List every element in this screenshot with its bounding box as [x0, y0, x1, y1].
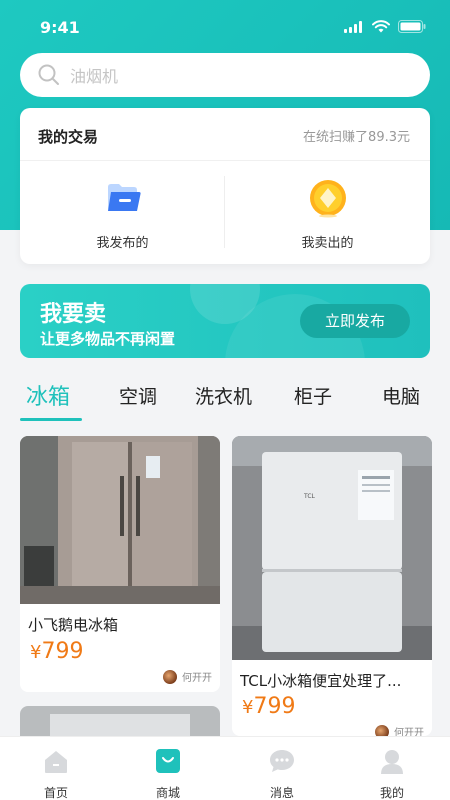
wifi-icon — [372, 20, 390, 33]
tabbar-item-mall[interactable]: 商城 — [128, 747, 208, 800]
product-price: ¥799 — [30, 639, 83, 664]
currency-symbol: ¥ — [30, 642, 42, 663]
product-card[interactable]: TCL TCL小冰箱便宜处理了... ¥799 何开开 — [232, 436, 432, 736]
sell-banner[interactable]: 我要卖 让更多物品不再闲置 立即发布 — [20, 284, 430, 358]
search-placeholder: 油烟机 — [70, 67, 119, 86]
product-image: TCL — [232, 436, 432, 660]
earned-text[interactable]: 在统扫赚了89.3元 — [303, 126, 410, 145]
my-sold-button[interactable]: 我卖出的 — [225, 178, 430, 251]
my-sold-label: 我卖出的 — [301, 236, 354, 251]
my-trade-card: 我的交易 在统扫赚了89.3元 我发布的 我卖出的 — [20, 108, 430, 264]
folder-icon — [107, 184, 141, 211]
coin-icon — [309, 180, 346, 218]
avatar — [375, 724, 389, 736]
price-value: 799 — [253, 694, 296, 719]
tabbar-item-messages[interactable]: 消息 — [242, 747, 322, 800]
tab-cabinet[interactable]: 柜子 — [294, 382, 332, 409]
shopping-bag-icon — [156, 749, 180, 773]
home-icon — [45, 751, 67, 773]
signal-icon — [344, 20, 362, 33]
card-divider — [20, 160, 430, 161]
status-icons — [344, 20, 426, 33]
tab-computer[interactable]: 电脑 — [382, 382, 420, 409]
publish-now-button[interactable]: 立即发布 — [300, 304, 410, 338]
tabbar-label: 商城 — [155, 786, 180, 800]
currency-symbol: ¥ — [242, 697, 254, 718]
search-icon — [38, 64, 59, 85]
bottom-tab-bar: 首页 商城 消息 我的 — [0, 736, 450, 800]
svg-text:TCL: TCL — [303, 493, 316, 500]
product-title: 小飞鹅电冰箱 — [28, 616, 119, 634]
user-icon — [381, 750, 403, 774]
tabbar-item-me[interactable]: 我的 — [352, 747, 432, 800]
my-published-label: 我发布的 — [96, 236, 149, 251]
seller-name: 何开开 — [394, 728, 424, 736]
chat-icon — [270, 750, 294, 772]
product-title: TCL小冰箱便宜处理了... — [240, 672, 402, 690]
banner-subtitle: 让更多物品不再闲置 — [40, 330, 176, 348]
status-bar: 9:41 — [0, 0, 450, 52]
seller-info[interactable]: 何开开 — [163, 669, 212, 684]
tabbar-label: 首页 — [43, 786, 68, 800]
battery-icon — [398, 20, 426, 33]
search-bar[interactable]: 油烟机 — [20, 53, 430, 97]
category-tabs: 冰箱 空调 洗衣机 柜子 电脑 — [0, 374, 450, 422]
tabbar-label: 消息 — [269, 786, 294, 800]
banner-title: 我要卖 — [40, 302, 107, 327]
tab-air-conditioner[interactable]: 空调 — [119, 382, 157, 409]
tabbar-label: 我的 — [379, 786, 404, 800]
product-image — [20, 436, 220, 604]
seller-name: 何开开 — [182, 673, 212, 684]
active-tab-indicator — [20, 418, 82, 421]
tab-washing-machine[interactable]: 洗衣机 — [195, 382, 252, 409]
tab-fridge[interactable]: 冰箱 — [26, 379, 70, 411]
my-published-button[interactable]: 我发布的 — [20, 178, 225, 251]
seller-info[interactable]: 何开开 — [375, 724, 424, 736]
price-value: 799 — [41, 639, 84, 664]
product-card[interactable]: 小飞鹅电冰箱 ¥799 何开开 — [20, 436, 220, 692]
avatar — [163, 669, 177, 684]
tabbar-item-home[interactable]: 首页 — [16, 747, 96, 800]
my-trade-title: 我的交易 — [38, 128, 99, 146]
product-price: ¥799 — [242, 694, 295, 719]
status-time: 9:41 — [40, 18, 80, 37]
